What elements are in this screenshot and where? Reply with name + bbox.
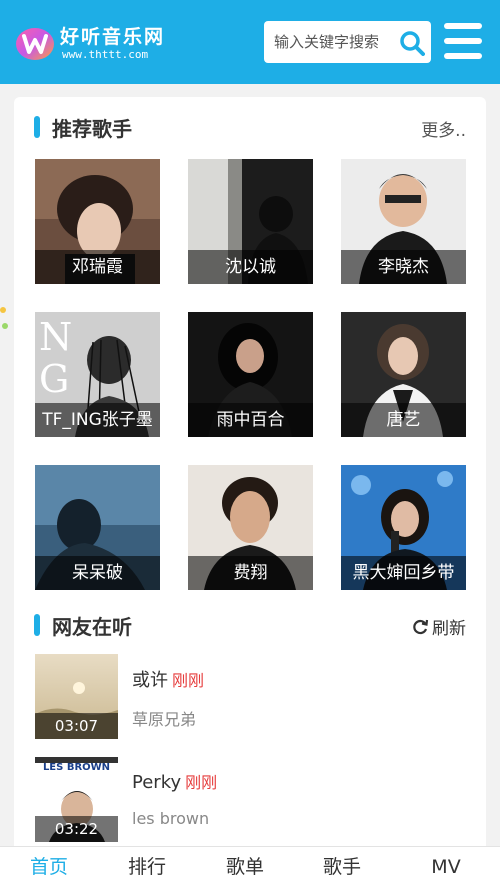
search-input[interactable]	[274, 21, 394, 63]
side-decoration	[0, 307, 8, 329]
singer-name: 雨中百合	[188, 403, 313, 437]
song-cover: LES BROWN 03:22	[35, 757, 118, 842]
search-icon[interactable]	[399, 30, 425, 56]
song-title[interactable]: 或许 刚刚	[132, 666, 204, 692]
section-accent-bar	[34, 116, 40, 138]
refresh-button[interactable]: 刷新	[411, 614, 466, 639]
song-duration: 03:07	[35, 713, 118, 739]
list-item[interactable]: 03:07 或许 刚刚 草原兄弟	[35, 654, 465, 739]
refresh-label: 刷新	[432, 619, 466, 639]
singers-section-title: 推荐歌手	[52, 117, 132, 141]
singer-name: 唐艺	[341, 403, 466, 437]
more-singers-link[interactable]: 更多..	[421, 116, 466, 141]
svg-text:N: N	[39, 315, 72, 359]
tab-mv[interactable]: MV	[406, 847, 486, 888]
tab-ranking[interactable]: 排行	[107, 847, 187, 888]
bottom-tabbar: 首页 排行 歌单 歌手 MV	[0, 846, 500, 888]
singer-card[interactable]: 雨中百合	[188, 312, 313, 437]
song-artist[interactable]: 草原兄弟	[132, 706, 196, 730]
search-box	[264, 21, 431, 63]
cover-text: LES BROWN	[42, 762, 111, 773]
singers-section-header: 推荐歌手 更多..	[14, 110, 486, 142]
list-item[interactable]: LES BROWN 03:22 Perky 刚刚 les brown	[35, 757, 465, 842]
singer-card[interactable]: 李晓杰	[341, 159, 466, 284]
tab-playlists[interactable]: 歌单	[205, 847, 285, 888]
section-accent-bar	[34, 614, 40, 636]
logo-url: www.thttt.com	[62, 48, 149, 61]
singer-card[interactable]: 邓瑞霞	[35, 159, 160, 284]
menu-icon[interactable]	[444, 23, 482, 59]
song-cover: 03:07	[35, 654, 118, 739]
singer-name: 沈以诚	[188, 250, 313, 284]
logo-title: 好听音乐网	[60, 26, 166, 48]
site-logo[interactable]: 好听音乐网 www.thttt.com	[14, 22, 174, 66]
singer-name: 费翔	[188, 556, 313, 590]
recent-tag: 刚刚	[185, 773, 218, 792]
content-card: 推荐歌手 更多.. 邓瑞霞 沈以诚 李晓杰 N G TF_ING张子墨 雨中百合…	[14, 97, 486, 857]
singer-card[interactable]: 沈以诚	[188, 159, 313, 284]
singer-name: TF_ING张子墨	[35, 403, 160, 437]
logo-mark-icon	[16, 28, 54, 60]
singers-grid: 邓瑞霞 沈以诚 李晓杰 N G TF_ING张子墨 雨中百合 唐艺 呆呆破 费翔…	[35, 159, 467, 590]
song-title[interactable]: Perky 刚刚	[132, 769, 217, 793]
singer-card[interactable]: 费翔	[188, 465, 313, 590]
listening-section-header: 网友在听 刷新	[14, 608, 486, 640]
singer-card[interactable]: 呆呆破	[35, 465, 160, 590]
svg-text:G: G	[39, 357, 69, 401]
top-header: 好听音乐网 www.thttt.com	[0, 0, 500, 84]
singer-card[interactable]: N G TF_ING张子墨	[35, 312, 160, 437]
singer-name: 邓瑞霞	[35, 250, 160, 284]
song-artist[interactable]: les brown	[132, 809, 209, 828]
song-duration: 03:22	[35, 816, 118, 842]
tab-singers[interactable]: 歌手	[302, 847, 382, 888]
singer-name: 李晓杰	[341, 250, 466, 284]
singer-name: 呆呆破	[35, 556, 160, 590]
recent-tag: 刚刚	[172, 671, 205, 690]
listening-section-title: 网友在听	[52, 615, 132, 639]
singer-card[interactable]: 唐艺	[341, 312, 466, 437]
singer-name: 黑大婶回乡带	[341, 556, 466, 590]
singer-card[interactable]: 黑大婶回乡带	[341, 465, 466, 590]
refresh-icon	[413, 619, 429, 634]
tab-home[interactable]: 首页	[9, 847, 89, 888]
